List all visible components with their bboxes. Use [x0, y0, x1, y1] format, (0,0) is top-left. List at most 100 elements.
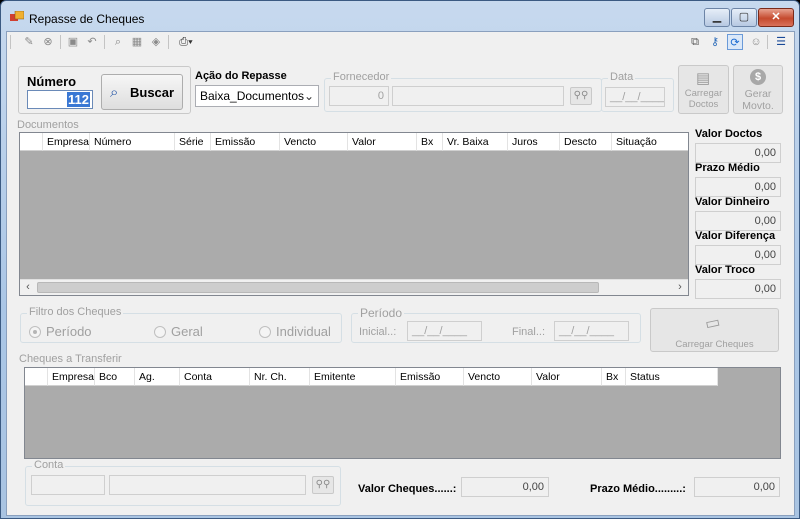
- maximize-button[interactable]: ▢: [731, 8, 757, 27]
- gerar-movto-button[interactable]: $ Gerar Movto.: [733, 65, 783, 114]
- title-bar[interactable]: Repasse de Cheques ▁ ▢ ✕: [1, 1, 799, 31]
- column-header[interactable]: Status: [626, 368, 718, 386]
- windows-icon[interactable]: ⧉: [687, 34, 703, 50]
- valor-diferenca-field: 0,00: [695, 245, 781, 265]
- prazo-medio-label: Prazo Médio: [695, 162, 760, 174]
- radio-periodo[interactable]: Período: [29, 324, 92, 339]
- filtro-title: Filtro dos Cheques: [27, 306, 124, 318]
- column-header[interactable]: Nr. Ch.: [250, 368, 310, 386]
- column-header[interactable]: Empresa: [43, 133, 90, 151]
- app-window: Repasse de Cheques ▁ ▢ ✕ ✎ ⊗ ▣ ↶ ⌕ ▦ ◈ ⎙…: [0, 0, 800, 519]
- inicial-value: __/__/____: [412, 325, 468, 337]
- toolbar-separator: [767, 35, 768, 49]
- acao-select[interactable]: Baixa_Documentos ⌄: [195, 85, 319, 107]
- close-icon: ✕: [771, 11, 781, 23]
- money-icon: $: [750, 69, 766, 85]
- cheques-grid[interactable]: Empresa Bco Ag. Conta Nr. Ch. Emitente E…: [24, 367, 781, 459]
- column-header[interactable]: Número: [90, 133, 175, 151]
- chevron-down-icon: ⌄: [303, 89, 314, 103]
- print-icon[interactable]: ⎙▾: [174, 34, 198, 50]
- eraser-icon[interactable]: ◈: [148, 34, 164, 50]
- buscar-label: Buscar: [130, 85, 175, 100]
- undo-icon[interactable]: ↶: [84, 34, 100, 50]
- periodo-title: Período: [358, 306, 405, 320]
- valor-cheques-label: Valor Cheques......:: [358, 483, 457, 495]
- carregar-doctos-label-2: Doctos: [688, 99, 719, 110]
- column-header[interactable]: Ag.: [135, 368, 180, 386]
- radio-geral-label: Geral: [171, 324, 203, 339]
- row-header-corner: [20, 133, 43, 151]
- toolbar-separator: [168, 35, 169, 49]
- radio-individual[interactable]: Individual: [259, 324, 331, 339]
- column-header[interactable]: Série: [175, 133, 211, 151]
- scroll-left-icon[interactable]: ‹: [20, 280, 36, 295]
- column-header[interactable]: Situação: [612, 133, 688, 151]
- column-header[interactable]: Conta: [180, 368, 250, 386]
- footer-prazo-medio-value: 0,00: [753, 481, 775, 493]
- documentos-grid[interactable]: Empresa Número Série Emissão Vencto Valo…: [19, 132, 689, 296]
- column-header[interactable]: Emissão: [396, 368, 464, 386]
- save-icon[interactable]: ▣: [65, 34, 81, 50]
- binoculars-icon[interactable]: ⚲⚲: [312, 476, 334, 494]
- conta-code-input[interactable]: [31, 475, 105, 495]
- fornecedor-name-input[interactable]: [392, 86, 564, 106]
- refresh-icon[interactable]: ⟳: [727, 34, 743, 50]
- close-button[interactable]: ✕: [758, 8, 794, 27]
- final-value: __/__/____: [559, 325, 615, 337]
- numero-input[interactable]: 112: [27, 90, 93, 109]
- binoculars-icon[interactable]: ⚲⚲: [570, 87, 592, 105]
- documentos-hscrollbar[interactable]: ‹ ›: [20, 279, 688, 295]
- radio-periodo-label: Período: [46, 324, 92, 339]
- buscar-button[interactable]: ⌕ Buscar: [101, 74, 183, 110]
- column-header[interactable]: Emissão: [211, 133, 280, 151]
- valor-cheques-value: 0,00: [522, 481, 544, 493]
- final-input[interactable]: __/__/____: [554, 321, 629, 341]
- data-value: __/__/____: [610, 91, 665, 103]
- radio-selected-icon: [29, 326, 41, 338]
- edit-icon[interactable]: ✎: [21, 34, 37, 50]
- carregar-doctos-button[interactable]: ▤ Carregar Doctos: [678, 65, 729, 114]
- column-header[interactable]: Vr. Baixa: [443, 133, 508, 151]
- radio-icon: [259, 326, 271, 338]
- gerar-movto-label-1: Gerar: [744, 88, 772, 100]
- column-header[interactable]: Bco: [95, 368, 135, 386]
- inicial-label: Inicial..:: [359, 326, 397, 338]
- column-header[interactable]: Bx: [602, 368, 626, 386]
- menu-icon[interactable]: ☰: [773, 34, 789, 50]
- data-input[interactable]: __/__/____: [605, 87, 665, 107]
- column-header[interactable]: Bx: [417, 133, 443, 151]
- toolbar-separator: [60, 35, 61, 49]
- maximize-icon: ▢: [738, 11, 750, 23]
- numero-value: 112: [67, 92, 90, 107]
- minimize-icon: ▁: [712, 11, 722, 23]
- keys-icon[interactable]: ⚷: [707, 34, 723, 50]
- column-header[interactable]: Vencto: [280, 133, 348, 151]
- column-header[interactable]: Valor: [532, 368, 602, 386]
- cheques-grid-header: Empresa Bco Ag. Conta Nr. Ch. Emitente E…: [25, 368, 718, 386]
- zoom-icon[interactable]: ⌕: [110, 34, 126, 50]
- radio-geral[interactable]: Geral: [154, 324, 203, 339]
- scroll-thumb[interactable]: [37, 282, 599, 293]
- carregar-cheques-button[interactable]: ▭ Carregar Cheques: [650, 308, 779, 352]
- fornecedor-code-input[interactable]: 0: [329, 86, 389, 106]
- column-header[interactable]: Juros: [508, 133, 560, 151]
- valor-dinheiro-field: 0,00: [695, 211, 781, 231]
- column-header[interactable]: Descto: [560, 133, 612, 151]
- column-header[interactable]: Vencto: [464, 368, 532, 386]
- document-icon: ▤: [696, 70, 711, 87]
- search-icon: ⌕: [110, 84, 119, 101]
- column-header[interactable]: Valor: [348, 133, 417, 151]
- cancel-icon[interactable]: ⊗: [40, 34, 56, 50]
- scroll-right-icon[interactable]: ›: [672, 280, 688, 295]
- valor-dinheiro-value: 0,00: [754, 215, 776, 227]
- carregar-cheques-label: Carregar Cheques: [675, 339, 754, 350]
- conta-name-input[interactable]: [109, 475, 306, 495]
- inicial-input[interactable]: __/__/____: [407, 321, 482, 341]
- minimize-button[interactable]: ▁: [704, 8, 730, 27]
- user-icon[interactable]: ☺: [748, 34, 764, 50]
- grid-icon[interactable]: ▦: [129, 34, 145, 50]
- conta-title: Conta: [32, 459, 66, 471]
- column-header[interactable]: Emitente: [310, 368, 396, 386]
- column-header[interactable]: Empresa: [48, 368, 95, 386]
- row-header-corner: [25, 368, 48, 386]
